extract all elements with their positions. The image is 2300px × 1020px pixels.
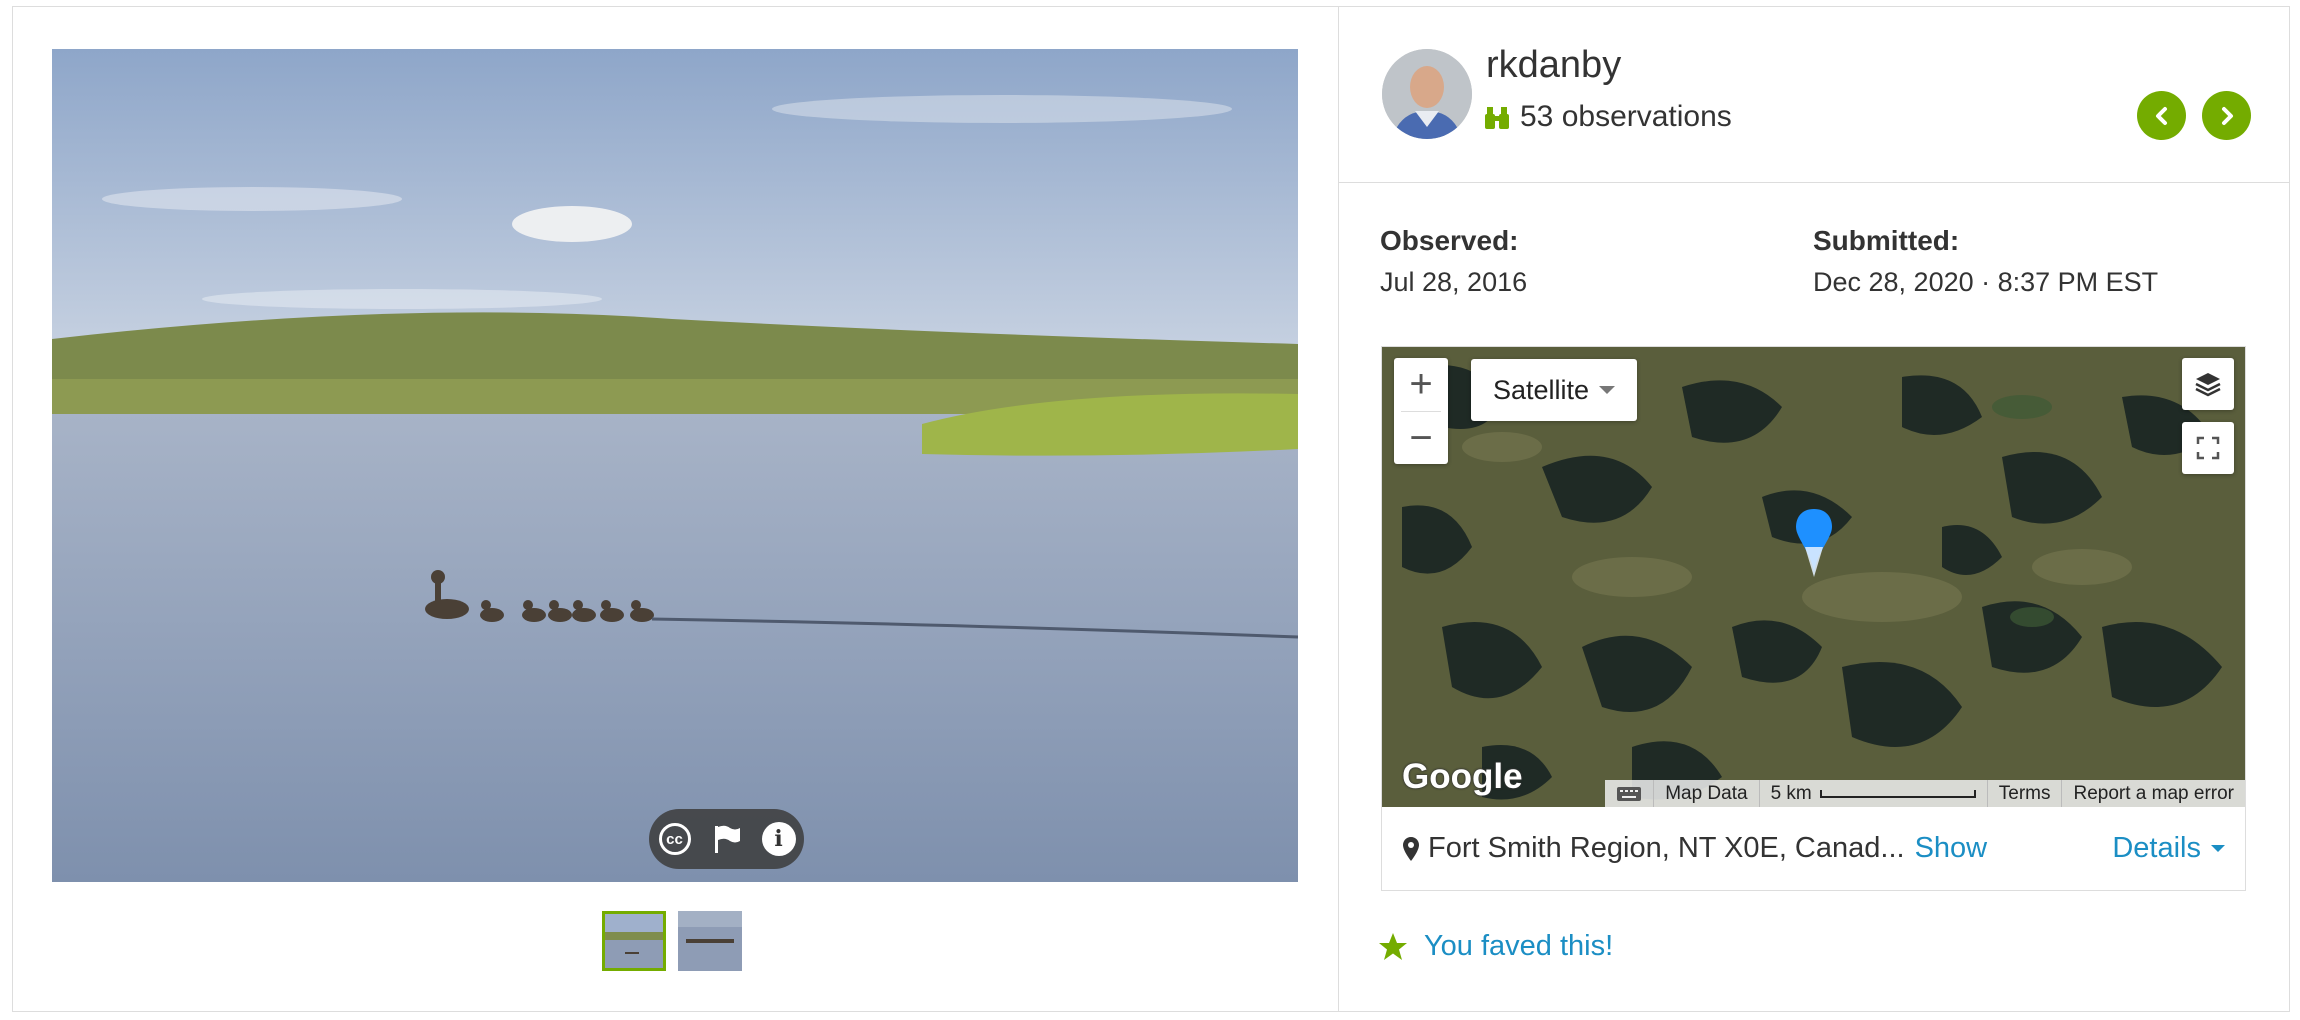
caret-down-icon [1599, 386, 1616, 394]
chevron-right-icon [2221, 106, 2233, 125]
details-label: Details [2112, 832, 2201, 864]
header-divider [1339, 182, 2289, 183]
thumbnail-2[interactable] [678, 911, 742, 971]
keyboard-shortcuts-button[interactable] [1605, 780, 1653, 807]
column-divider [1338, 6, 1339, 1012]
info-icon: i [761, 822, 796, 856]
fave-text: You faved this! [1424, 930, 1614, 962]
observation-count-link[interactable]: 53 observations [1484, 100, 1732, 134]
layers-icon [2195, 373, 2221, 397]
location-row: Fort Smith Region, NT X0E, Canad... Show… [1382, 807, 2245, 890]
map-attribution-bar: Map Data 5 km Terms Report a map error [1605, 780, 2245, 807]
creative-commons-icon: cc [658, 823, 691, 855]
observation-count: 53 observations [1520, 100, 1732, 133]
caret-down-icon [2211, 845, 2225, 852]
map-scale-label: 5 km [1770, 782, 1812, 804]
submitted-date: Dec 28, 2020 · 8:37 PM EST [1813, 267, 2159, 297]
terms-link[interactable]: Terms [1986, 780, 2062, 807]
map-type-label: Satellite [1492, 374, 1590, 405]
fullscreen-button[interactable] [2182, 422, 2234, 474]
flag-icon [714, 825, 740, 853]
chevron-left-icon [2155, 106, 2167, 125]
show-location-link[interactable]: Show [1915, 832, 1988, 865]
star-icon [1379, 932, 1407, 960]
observed-date: Jul 28, 2016 [1380, 267, 1528, 297]
details-dropdown[interactable]: Details [2112, 832, 2225, 865]
thumbnail-1[interactable] [602, 911, 666, 971]
terms-label: Terms [1998, 782, 2051, 804]
map-pin-icon [1403, 836, 1419, 861]
observed-label: Observed: [1380, 225, 1519, 256]
zoom-in-button[interactable]: + [1394, 358, 1448, 411]
report-map-error-label: Report a map error [2073, 782, 2234, 804]
map-scale-bar [1819, 789, 1976, 798]
report-map-error-link[interactable]: Report a map error [2061, 780, 2245, 807]
google-logo: Google [1402, 757, 1523, 796]
layers-button[interactable] [2182, 358, 2234, 410]
keyboard-icon [1617, 786, 1642, 801]
license-button[interactable]: cc [657, 821, 693, 857]
photo-thumbnails [602, 911, 742, 971]
map-pin-icon [1796, 509, 1832, 577]
location-text: Fort Smith Region, NT X0E, Canad... [1428, 832, 1905, 864]
previous-observation-button[interactable] [2137, 91, 2186, 140]
observation-photo[interactable]: cc i [52, 49, 1298, 882]
info-button[interactable]: i [761, 821, 797, 857]
satellite-map[interactable]: + − Satellite Google Map Data 5 km Terms… [1382, 347, 2245, 807]
next-observation-button[interactable] [2202, 91, 2251, 140]
fullscreen-icon [2196, 436, 2220, 460]
user-avatar[interactable] [1382, 49, 1472, 139]
map-data-label: Map Data [1665, 782, 1748, 804]
location-marker[interactable] [1794, 507, 1834, 579]
flag-button[interactable] [709, 821, 745, 857]
map-data-link[interactable]: Map Data [1653, 780, 1758, 807]
photo-controls: cc i [649, 809, 804, 869]
submitted-label: Submitted: [1813, 225, 1960, 256]
location-map-panel: + − Satellite Google Map Data 5 km Terms… [1381, 346, 2246, 891]
binoculars-icon [1485, 107, 1509, 129]
map-scale[interactable]: 5 km [1758, 780, 1987, 807]
username[interactable]: rkdanby [1486, 44, 1621, 87]
zoom-control: + − [1394, 358, 1448, 464]
map-type-dropdown[interactable]: Satellite [1471, 359, 1637, 421]
zoom-out-button[interactable]: − [1394, 412, 1448, 465]
fave-button[interactable]: You faved this! [1378, 930, 1613, 963]
